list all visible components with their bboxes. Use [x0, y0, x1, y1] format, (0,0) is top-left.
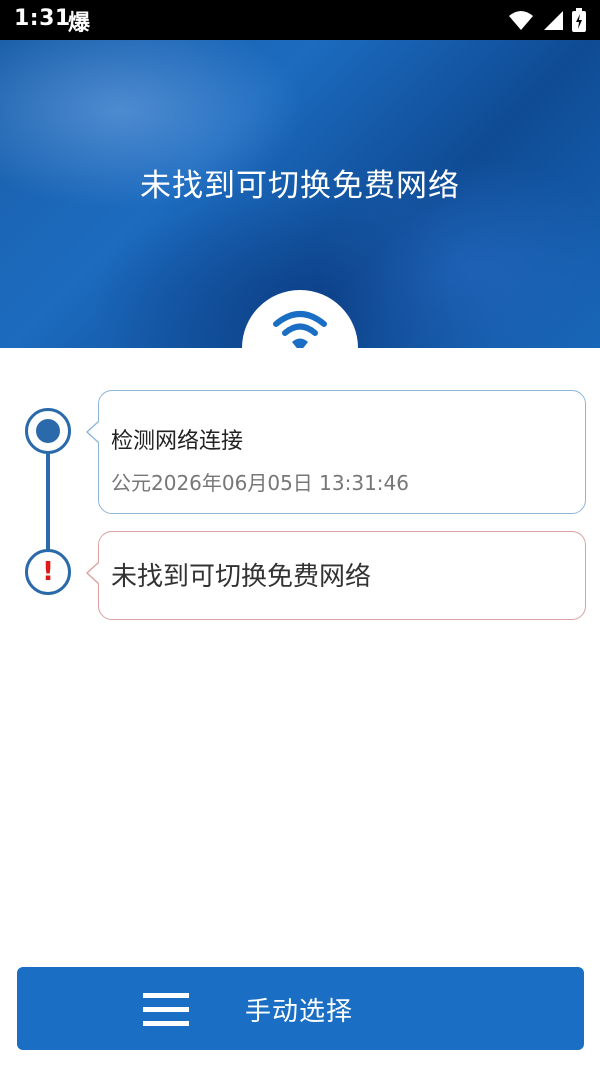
wifi-icon [273, 311, 327, 348]
exclamation-icon: ! [42, 557, 54, 587]
menu-icon [143, 993, 189, 1026]
battery-icon [572, 8, 586, 32]
step-title: 检测网络连接 [111, 429, 244, 454]
status-bar: 1:31 爆 [0, 0, 600, 40]
timeline-step-check: 检测网络连接 公元2026年06月05日 13:31:46 [86, 390, 586, 514]
manual-select-button[interactable]: 手动选择 [17, 967, 584, 1050]
timeline-step-result: 未找到可切换免费网络 [86, 531, 586, 620]
status-icons [508, 8, 586, 32]
dot-icon [36, 419, 60, 443]
header-title: 未找到可切换免费网络 [140, 168, 460, 204]
wifi-icon [509, 11, 533, 30]
notification-icon: 爆 [68, 11, 91, 36]
step-title: 未找到可切换免费网络 [111, 562, 372, 592]
step-timestamp: 公元2026年06月05日 13:31:46 [111, 471, 409, 495]
status-time: 1:31 [14, 6, 71, 31]
signal-icon [544, 11, 563, 30]
wifi-badge [242, 290, 358, 348]
timeline-node-error: ! [25, 549, 71, 595]
header-banner: 未找到可切换免费网络 [0, 40, 600, 348]
manual-select-label: 手动选择 [245, 997, 354, 1027]
timeline-node-check [25, 408, 71, 454]
